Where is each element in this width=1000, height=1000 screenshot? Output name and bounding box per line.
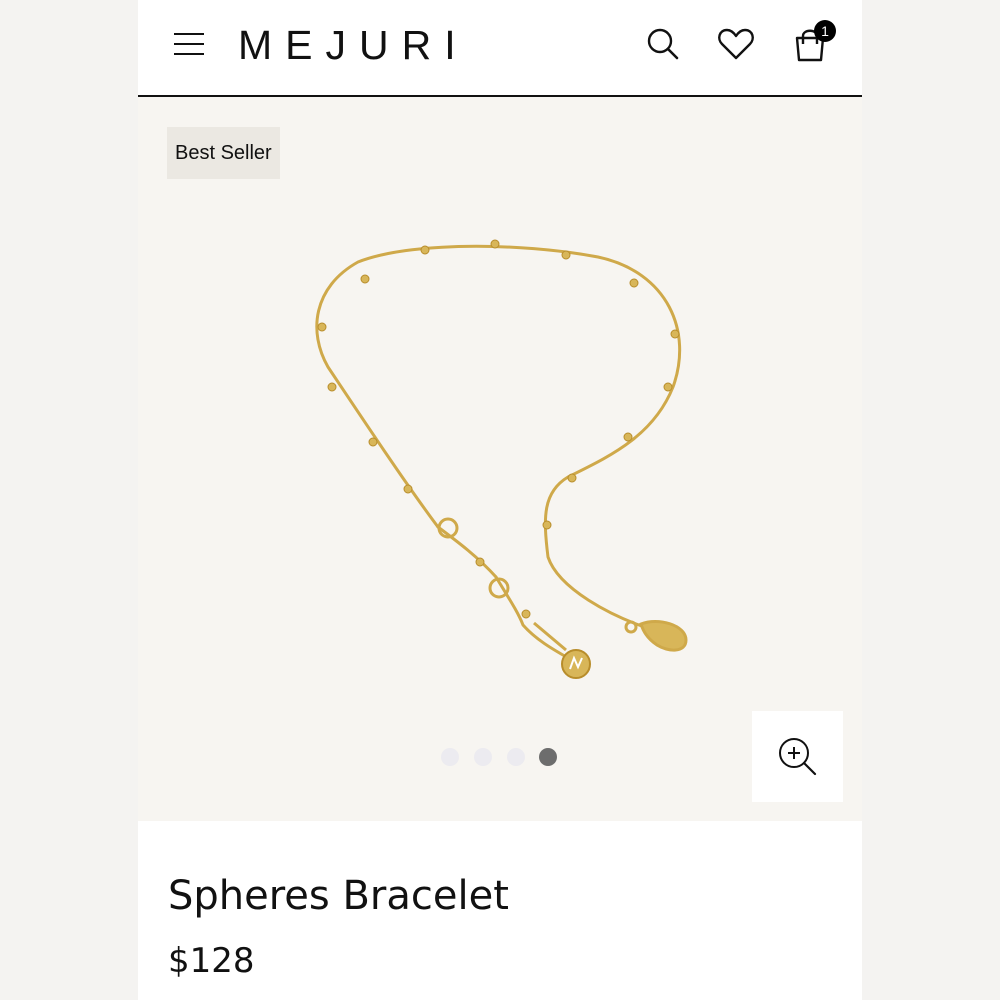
hamburger-menu-icon	[174, 33, 204, 35]
zoom-in-icon	[779, 738, 817, 776]
mobile-product-page: MEJURI 1 Best Seller Spheres Bracelet $1…	[138, 0, 862, 1000]
search-button[interactable]	[643, 24, 683, 64]
site-header: MEJURI 1	[138, 0, 862, 97]
cart-button[interactable]: 1	[790, 20, 836, 64]
product-info: Spheres Bracelet $128	[138, 821, 862, 1000]
menu-button[interactable]	[172, 29, 206, 59]
carousel-dot[interactable]	[474, 748, 492, 766]
product-price: $128	[168, 941, 255, 981]
product-image-gallery[interactable]: Best Seller	[138, 97, 862, 821]
wishlist-button[interactable]	[716, 24, 756, 64]
best-seller-badge: Best Seller	[167, 127, 280, 179]
cart-count-badge: 1	[814, 20, 836, 42]
carousel-dot[interactable]	[441, 748, 459, 766]
product-title: Spheres Bracelet	[168, 873, 509, 919]
carousel-dot[interactable]	[507, 748, 525, 766]
heart-icon	[718, 28, 754, 60]
brand-logo[interactable]: MEJURI	[238, 18, 469, 72]
zoom-button[interactable]	[752, 711, 843, 802]
carousel-dot-active[interactable]	[539, 748, 557, 766]
search-icon	[647, 28, 679, 60]
